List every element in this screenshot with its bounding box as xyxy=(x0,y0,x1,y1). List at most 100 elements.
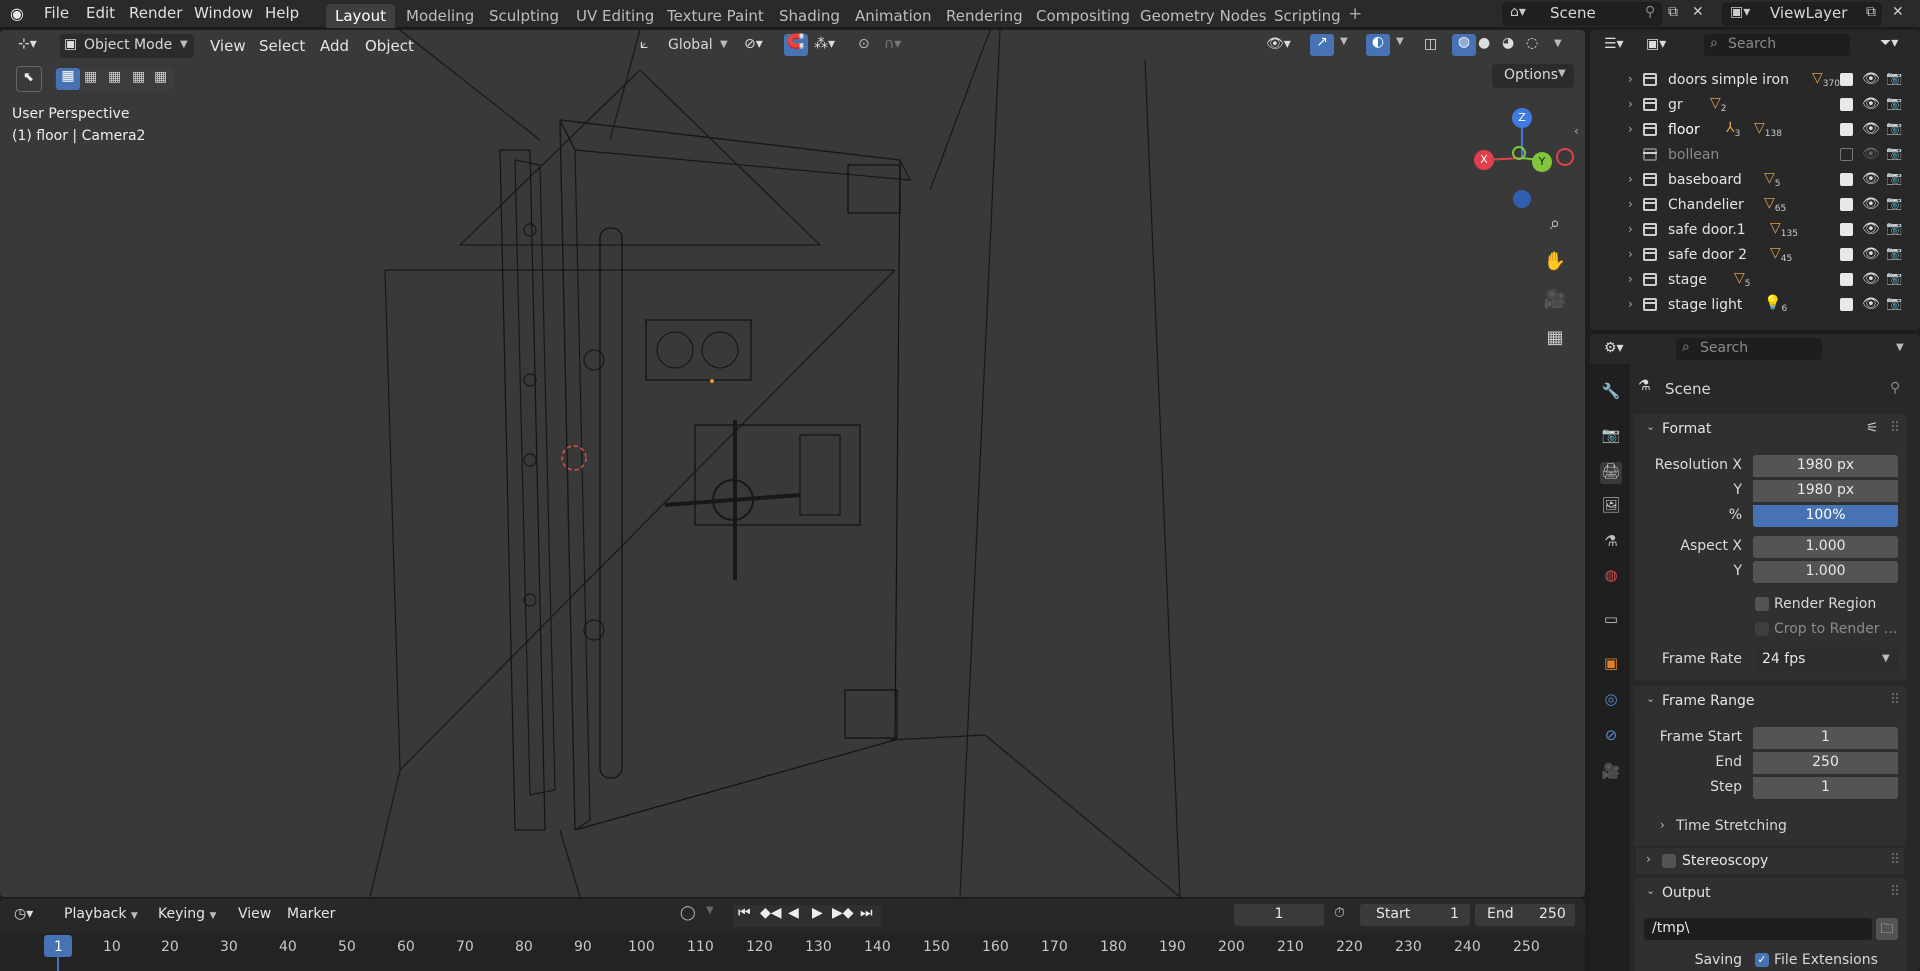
render-region-checkbox[interactable] xyxy=(1755,597,1769,611)
gizmo-neg-x[interactable] xyxy=(1556,148,1574,166)
exclude-checkbox[interactable] xyxy=(1840,273,1853,286)
outliner-row[interactable]: bollean 👁 📷 xyxy=(1590,143,1920,168)
menu-help[interactable]: Help xyxy=(265,4,299,22)
delete-view-layer-icon[interactable]: ✕ xyxy=(1892,4,1904,20)
render-camera-icon[interactable]: 📷 xyxy=(1886,246,1902,261)
play-icon[interactable]: ▶ xyxy=(812,905,823,921)
select-new-icon[interactable]: ▦ xyxy=(56,68,80,90)
physics-tab-icon[interactable]: ◎ xyxy=(1600,690,1622,712)
expand-icon[interactable]: › xyxy=(1628,97,1633,111)
render-camera-icon[interactable]: 📷 xyxy=(1886,296,1902,311)
eye-icon[interactable]: 👁 xyxy=(1862,221,1880,237)
collection-name[interactable]: baseboard xyxy=(1668,172,1742,188)
properties-search[interactable]: ⌕ Search xyxy=(1676,338,1822,360)
outliner-row[interactable]: › stage ▽5 👁 📷 xyxy=(1590,268,1920,293)
prev-keyframe-icon[interactable]: ◆◀ xyxy=(760,905,782,921)
exclude-checkbox[interactable] xyxy=(1840,148,1853,161)
frame-step-field[interactable]: 1 xyxy=(1753,777,1898,799)
jump-start-icon[interactable]: ⏮ xyxy=(738,905,751,921)
delete-scene-icon[interactable]: ✕ xyxy=(1692,4,1704,20)
end-frame-field[interactable]: End 250 xyxy=(1475,904,1575,926)
outliner-row[interactable]: › stage light 💡6 👁 📷 xyxy=(1590,293,1920,318)
playback-menu[interactable]: Playback ▼ xyxy=(64,906,138,922)
drag-handle-icon[interactable]: ⠿ xyxy=(1890,852,1900,868)
render-camera-icon[interactable]: 📷 xyxy=(1886,146,1902,161)
eye-icon[interactable]: 👁 xyxy=(1862,71,1880,87)
outliner-row[interactable]: › gr ▽2 👁 📷 xyxy=(1590,93,1920,118)
output-tab-icon[interactable]: 🖨 xyxy=(1600,462,1622,484)
play-reverse-icon[interactable]: ◀ xyxy=(788,905,799,921)
select-extend-icon[interactable]: ▦ xyxy=(84,69,97,85)
gizmo-x[interactable]: X xyxy=(1474,150,1494,170)
stereoscopy-checkbox[interactable] xyxy=(1662,854,1676,868)
object-tab-icon[interactable]: ▣ xyxy=(1600,654,1622,676)
expand-icon[interactable]: › xyxy=(1628,72,1633,86)
editor-type-icon[interactable]: ⊹▾ xyxy=(18,36,37,52)
render-camera-icon[interactable]: 📷 xyxy=(1886,271,1902,286)
tab-shading[interactable]: Shading xyxy=(770,4,849,28)
collection-name[interactable]: stage xyxy=(1668,272,1707,288)
exclude-checkbox[interactable] xyxy=(1840,73,1853,86)
outliner-row[interactable]: › doors simple iron ▽370 👁 📷 xyxy=(1590,68,1920,93)
tab-layout[interactable]: Layout xyxy=(326,4,395,28)
collection-name[interactable]: safe door.1 xyxy=(1668,222,1746,238)
gizmo-z[interactable]: Z xyxy=(1512,108,1532,128)
filter-icon[interactable]: ⏷▾ xyxy=(1880,35,1898,51)
select-mode-group[interactable]: ▦ ▦ ▦ ▦ ▦ xyxy=(54,68,174,90)
eye-icon[interactable]: 👁 xyxy=(1862,271,1880,287)
expand-icon[interactable]: › xyxy=(1628,122,1633,136)
transform-orientation[interactable]: ⟀ Global ▼ xyxy=(636,34,734,58)
jump-end-icon[interactable]: ⏭ xyxy=(860,905,873,921)
constraint-tab-icon[interactable]: ⊘ xyxy=(1600,726,1622,748)
collection-name[interactable]: safe door 2 xyxy=(1668,247,1747,263)
gizmo-neg-y[interactable] xyxy=(1512,146,1526,160)
next-keyframe-icon[interactable]: ▶◆ xyxy=(832,905,854,921)
presets-icon[interactable]: ⚟ xyxy=(1866,420,1879,436)
timeline-editor-icon[interactable]: ◷▾ xyxy=(14,906,33,922)
exclude-checkbox[interactable] xyxy=(1840,123,1853,136)
keying-menu[interactable]: Keying ▼ xyxy=(158,906,216,922)
display-mode-icon[interactable]: ▣▾ xyxy=(1646,36,1666,52)
zoom-icon[interactable]: ⌕ xyxy=(1541,210,1569,238)
render-camera-icon[interactable]: 📷 xyxy=(1886,121,1902,136)
falloff-icon[interactable]: ∩▾ xyxy=(884,36,901,52)
scene-tab-icon[interactable]: ⚗ xyxy=(1600,532,1622,554)
expand-icon[interactable]: › xyxy=(1628,172,1633,186)
aspect-x-field[interactable]: 1.000 xyxy=(1753,536,1898,558)
new-view-layer-icon[interactable]: ⧉ xyxy=(1866,4,1876,20)
render-camera-icon[interactable]: 📷 xyxy=(1886,221,1902,236)
outliner-editor-icon[interactable]: ☰▾ xyxy=(1604,36,1624,52)
blender-logo-icon[interactable]: ◉ xyxy=(10,4,24,23)
resolution-percent-slider[interactable]: 100% xyxy=(1753,505,1898,527)
crop-checkbox[interactable] xyxy=(1755,622,1769,636)
collection-name[interactable]: stage light xyxy=(1668,297,1742,313)
overlay-toggle-icon[interactable]: ◐ xyxy=(1366,34,1390,56)
chevron-down-icon[interactable]: ▼ xyxy=(1896,342,1904,353)
eye-icon[interactable]: 👁 xyxy=(1862,196,1880,212)
pan-hand-icon[interactable]: ✋ xyxy=(1541,248,1569,276)
shading-dropdown-icon[interactable]: ▼ xyxy=(1554,38,1562,49)
timeline[interactable]: ◷▾ Playback ▼ Keying ▼ View Marker ◯ ▼ ⏮… xyxy=(0,899,1585,971)
collection-name[interactable]: bollean xyxy=(1668,147,1719,163)
drag-handle-icon[interactable]: ⠿ xyxy=(1890,420,1900,436)
gizmo-neg-z[interactable] xyxy=(1513,190,1531,208)
gizmo-y[interactable]: Y xyxy=(1532,152,1552,172)
pin-icon[interactable]: ⚲ xyxy=(1890,380,1900,396)
select-intersect-icon[interactable]: ▦ xyxy=(154,69,167,85)
exclude-checkbox[interactable] xyxy=(1840,98,1853,111)
outliner-row[interactable]: › Chandelier ▽65 👁 📷 xyxy=(1590,193,1920,218)
collection-name[interactable]: floor xyxy=(1668,122,1700,138)
start-frame-field[interactable]: Start 1 xyxy=(1360,904,1470,926)
visibility-icon[interactable]: 👁▾ xyxy=(1266,36,1291,52)
menu-view[interactable]: View xyxy=(210,37,246,55)
current-frame-field[interactable]: 1 xyxy=(1234,904,1324,926)
select-subtract-icon[interactable]: ▦ xyxy=(108,69,121,85)
menu-edit[interactable]: Edit xyxy=(86,4,115,22)
outliner-row[interactable]: › baseboard ▽5 👁 📷 xyxy=(1590,168,1920,193)
gizmo-toggle-icon[interactable]: ↗ xyxy=(1310,34,1334,56)
render-camera-icon[interactable]: 📷 xyxy=(1886,71,1902,86)
camera-data-tab-icon[interactable]: 🎥 xyxy=(1600,762,1622,784)
world-tab-icon[interactable]: ◍ xyxy=(1600,566,1622,588)
frame-end-field[interactable]: 250 xyxy=(1753,752,1898,774)
menu-select[interactable]: Select xyxy=(259,37,305,55)
